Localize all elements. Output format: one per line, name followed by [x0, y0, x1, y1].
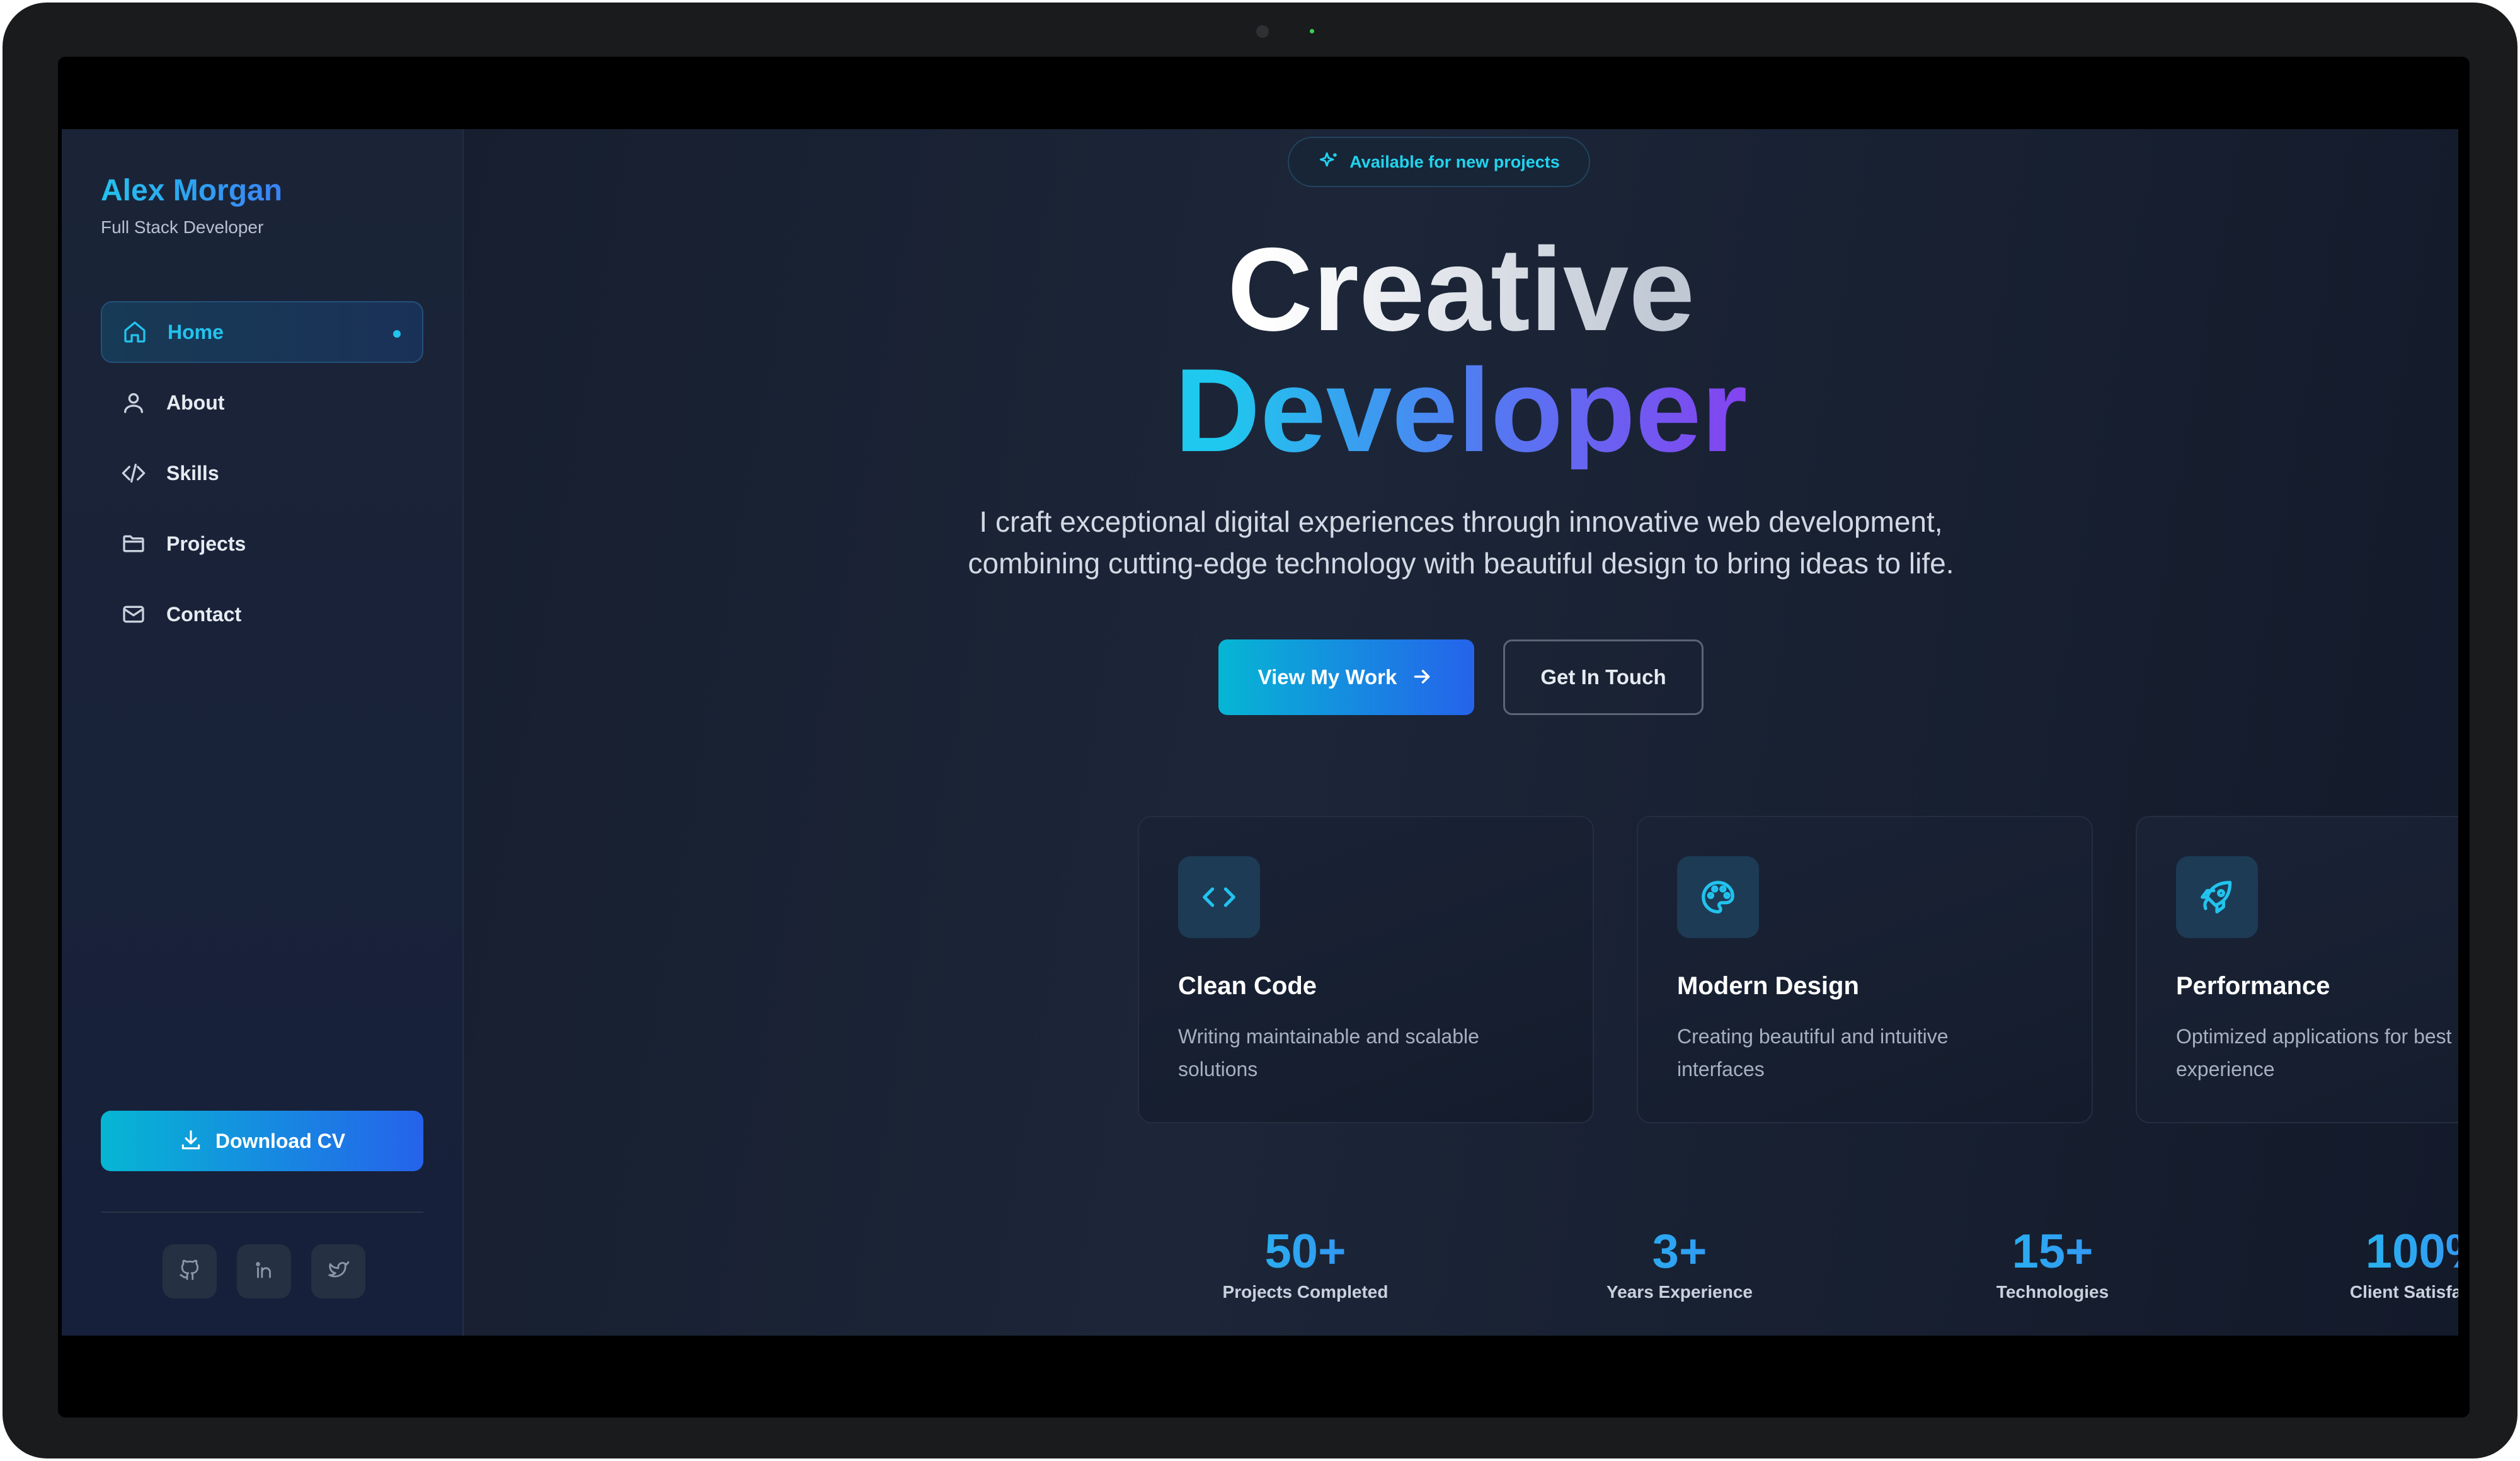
stat-value: 50+: [1179, 1225, 1431, 1278]
linkedin-icon: [252, 1258, 276, 1285]
stat-value: 100%: [2301, 1225, 2458, 1278]
rocket-icon: [2176, 856, 2258, 938]
nav-item-about[interactable]: About: [101, 372, 423, 433]
feature-title: Clean Code: [1178, 972, 1317, 1000]
linkedin-button[interactable]: [237, 1244, 291, 1298]
hero-description: I craft exceptional digital experiences …: [464, 501, 2458, 584]
palette-icon: [1677, 856, 1759, 938]
view-my-work-label: View My Work: [1257, 665, 1397, 689]
stat-projects-completed: 50+ Projects Completed: [1179, 1225, 1431, 1302]
stat-label: Projects Completed: [1222, 1281, 1389, 1302]
nav-item-contact[interactable]: Contact: [101, 583, 423, 645]
social-links: [163, 1244, 365, 1298]
portfolio-page: Alex Morgan Full Stack Developer Home Ab…: [62, 129, 2458, 1336]
download-cv-label: Download CV: [215, 1129, 346, 1152]
sidebar-divider: [101, 1212, 423, 1213]
sidebar-nav: Home About Skills Projects Contact: [101, 301, 423, 654]
hero-title-line2: Developer: [464, 351, 2458, 469]
hero-description-line1: I craft exceptional digital experiences …: [979, 505, 1943, 538]
stat-years-experience: 3+ Years Experience: [1554, 1225, 1806, 1302]
stat-value: 15+: [1927, 1225, 2179, 1278]
active-indicator: [393, 330, 401, 338]
feature-title: Modern Design: [1677, 972, 1859, 1000]
nav-item-label: Home: [168, 320, 224, 343]
download-icon: [179, 1128, 204, 1154]
nav-item-home[interactable]: Home: [101, 301, 423, 363]
stat-label: Client Satisfaction: [2349, 1281, 2458, 1302]
stat-client-satisfaction: 100% Client Satisfaction: [2301, 1225, 2458, 1302]
main-content: Available for new projects Creative Deve…: [464, 129, 2458, 1336]
nav-item-label: Skills: [166, 461, 219, 484]
arrow-right-icon: [1411, 665, 1435, 689]
home-icon: [121, 318, 149, 346]
availability-badge: Available for new projects: [1288, 137, 1590, 187]
sidebar: Alex Morgan Full Stack Developer Home Ab…: [62, 129, 464, 1336]
webcam: [1256, 25, 1269, 38]
nav-item-label: Contact: [166, 602, 242, 626]
user-icon: [120, 389, 147, 416]
hero-description-line2: combining cutting-edge technology with b…: [968, 547, 1954, 580]
nav-item-label: About: [166, 391, 225, 414]
feature-text: Writing maintainable and scalable soluti…: [1178, 1025, 1479, 1080]
hero-title-line1: Creative: [464, 230, 2458, 348]
view-my-work-button[interactable]: View My Work: [1218, 639, 1474, 715]
feature-text: Creating beautiful and intuitive interfa…: [1677, 1025, 1949, 1080]
power-led: [1310, 29, 1314, 33]
feature-title: Performance: [2176, 972, 2330, 1000]
stat-label: Technologies: [1996, 1281, 2109, 1302]
nav-item-label: Projects: [166, 532, 246, 555]
brand-role: Full Stack Developer: [101, 217, 264, 237]
feature-card-clean-code: Clean Code Writing maintainable and scal…: [1138, 816, 1594, 1123]
github-button[interactable]: [163, 1244, 217, 1298]
stat-value: 3+: [1554, 1225, 1806, 1278]
availability-text: Available for new projects: [1349, 152, 1560, 171]
get-in-touch-button[interactable]: Get In Touch: [1503, 639, 1704, 715]
mail-icon: [120, 600, 147, 628]
folder-icon: [120, 530, 147, 558]
brand-name[interactable]: Alex Morgan: [101, 173, 282, 208]
sparkles-icon: [1318, 151, 1341, 173]
feature-card-performance: Performance Optimized applications for b…: [2136, 816, 2458, 1123]
twitter-button[interactable]: [311, 1244, 365, 1298]
stat-technologies: 15+ Technologies: [1927, 1225, 2179, 1302]
github-icon: [178, 1258, 202, 1285]
feature-text: Optimized applications for best user exp…: [2176, 1025, 2458, 1080]
download-cv-button[interactable]: Download CV: [101, 1111, 423, 1171]
code-icon: [1178, 856, 1260, 938]
twitter-icon: [326, 1258, 350, 1285]
nav-item-skills[interactable]: Skills: [101, 442, 423, 504]
stat-label: Years Experience: [1606, 1281, 1753, 1302]
nav-item-projects[interactable]: Projects: [101, 513, 423, 575]
code-icon: [120, 459, 147, 487]
feature-card-modern-design: Modern Design Creating beautiful and int…: [1637, 816, 2093, 1123]
